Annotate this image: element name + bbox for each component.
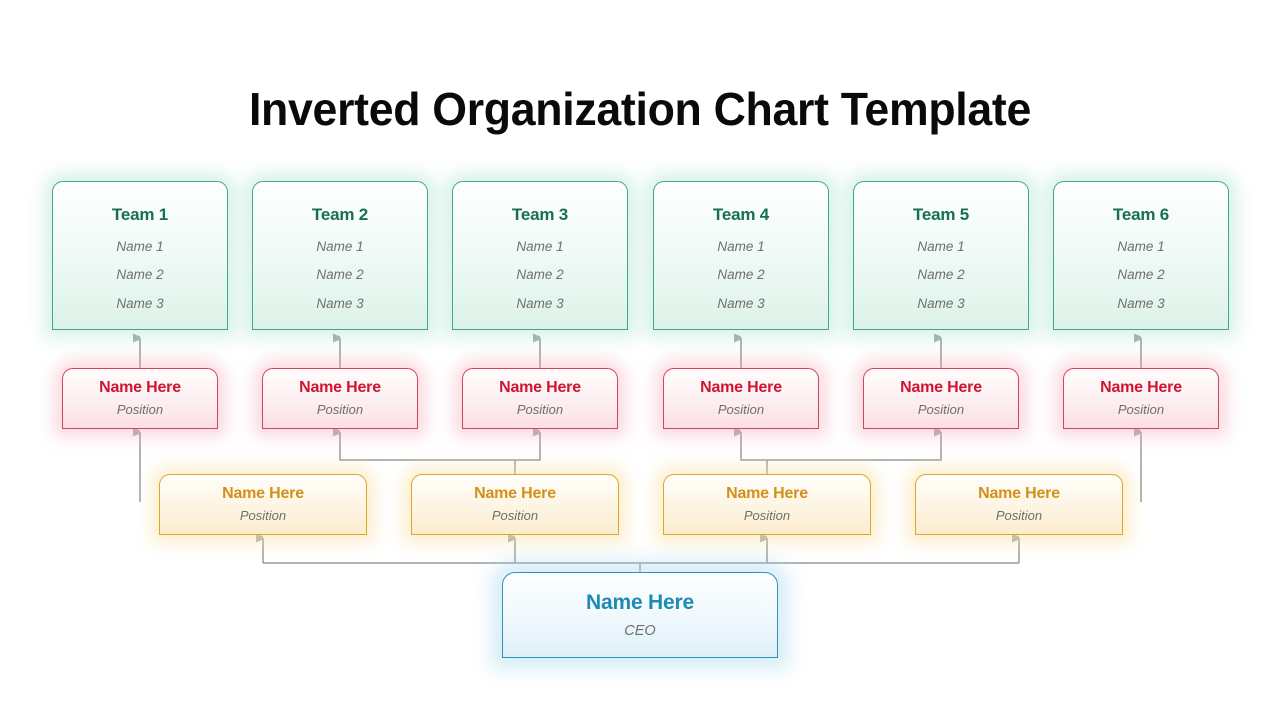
team-box-3[interactable]: Team 3 Name 1 Name 2 Name 3 [452, 181, 628, 330]
team-box-3-member-1: Name 1 [516, 238, 564, 254]
director-box-2-position: Position [491, 507, 539, 523]
manager-box-5-position: Position [917, 401, 965, 417]
manager-box-2-position: Position [316, 401, 364, 417]
manager-box-1-name: Name Here [99, 379, 181, 396]
org-chart-canvas: Inverted Organization Chart Template Tea… [0, 0, 1280, 720]
team-box-6-member-2: Name 2 [1117, 267, 1165, 283]
director-box-1-name: Name Here [222, 485, 304, 502]
director-box-2[interactable]: Name Here Position [411, 474, 619, 535]
manager-box-2-name: Name Here [299, 379, 381, 396]
manager-box-1-position: Position [116, 401, 164, 417]
team-box-3-title: Team 3 [511, 205, 569, 224]
manager-box-6-name: Name Here [1100, 379, 1182, 396]
team-box-4-member-1: Name 1 [717, 238, 765, 254]
director-box-3-position: Position [743, 507, 791, 523]
director-box-1-position: Position [239, 507, 287, 523]
team-box-4-title: Team 4 [712, 205, 770, 224]
manager-box-6-position: Position [1117, 401, 1165, 417]
team-box-1-member-1: Name 1 [116, 238, 164, 254]
director-box-1[interactable]: Name Here Position [159, 474, 367, 535]
team-box-5-member-1: Name 1 [917, 238, 965, 254]
manager-box-3-name: Name Here [499, 379, 581, 396]
page-title: Inverted Organization Chart Template [248, 83, 1032, 135]
manager-box-6[interactable]: Name Here Position [1063, 368, 1219, 429]
director-box-4-name: Name Here [978, 485, 1060, 502]
team-box-6[interactable]: Team 6 Name 1 Name 2 Name 3 [1053, 181, 1229, 330]
manager-box-3-position: Position [516, 401, 564, 417]
manager-box-2[interactable]: Name Here Position [262, 368, 418, 429]
team-box-5[interactable]: Team 5 Name 1 Name 2 Name 3 [853, 181, 1029, 330]
team-box-3-member-2: Name 2 [516, 267, 564, 283]
manager-box-5[interactable]: Name Here Position [863, 368, 1019, 429]
team-box-1-member-3: Name 3 [116, 295, 164, 311]
manager-box-4-position: Position [717, 401, 765, 417]
team-box-2-title: Team 2 [311, 205, 369, 224]
director-box-2-name: Name Here [474, 485, 556, 502]
team-box-4[interactable]: Team 4 Name 1 Name 2 Name 3 [653, 181, 829, 330]
team-box-6-title: Team 6 [1112, 205, 1170, 224]
manager-box-4[interactable]: Name Here Position [663, 368, 819, 429]
team-box-5-member-2: Name 2 [917, 267, 965, 283]
connector-manager2-manager3-bus [333, 427, 541, 461]
manager-box-5-name: Name Here [900, 379, 982, 396]
team-box-6-member-3: Name 3 [1117, 295, 1165, 311]
team-box-1-member-2: Name 2 [116, 267, 164, 283]
director-box-3-name: Name Here [726, 485, 808, 502]
ceo-box-title: CEO [624, 623, 656, 640]
team-box-4-member-3: Name 3 [717, 295, 765, 311]
team-box-5-member-3: Name 3 [917, 295, 965, 311]
team-box-3-member-3: Name 3 [516, 295, 564, 311]
team-box-5-title: Team 5 [912, 205, 970, 224]
manager-box-4-name: Name Here [700, 379, 782, 396]
team-box-2-member-3: Name 3 [316, 295, 364, 311]
connector-manager4-manager5-bus [734, 427, 942, 461]
team-box-6-member-1: Name 1 [1117, 238, 1165, 254]
director-box-3[interactable]: Name Here Position [663, 474, 871, 535]
manager-box-1[interactable]: Name Here Position [62, 368, 218, 429]
team-box-2-member-1: Name 1 [316, 238, 364, 254]
ceo-box[interactable]: Name Here CEO [502, 572, 778, 658]
manager-box-3[interactable]: Name Here Position [462, 368, 618, 429]
team-box-2[interactable]: Team 2 Name 1 Name 2 Name 3 [252, 181, 428, 330]
ceo-box-name: Name Here [586, 591, 694, 614]
team-box-1-title: Team 1 [111, 205, 169, 224]
team-box-1[interactable]: Team 1 Name 1 Name 2 Name 3 [52, 181, 228, 330]
team-box-2-member-2: Name 2 [316, 267, 364, 283]
director-box-4-position: Position [995, 507, 1043, 523]
team-box-4-member-2: Name 2 [717, 267, 765, 283]
director-box-4[interactable]: Name Here Position [915, 474, 1123, 535]
